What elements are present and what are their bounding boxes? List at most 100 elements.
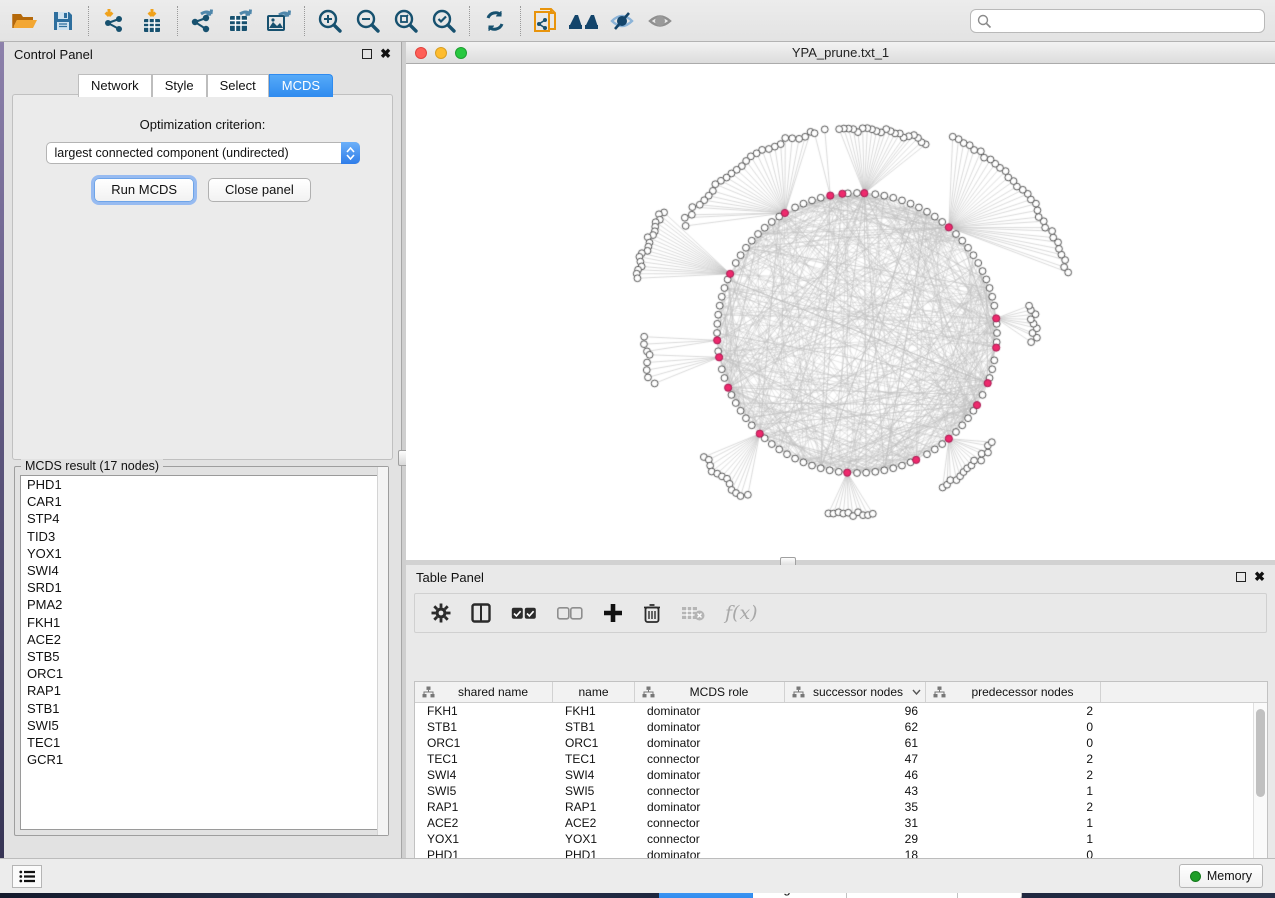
mcds-result-title: MCDS result (17 nodes)	[21, 459, 163, 473]
export-table-button[interactable]	[222, 4, 260, 38]
network-window-titlebar[interactable]: YPA_prune.txt_1	[406, 42, 1275, 64]
export-network-button[interactable]	[184, 4, 222, 38]
toolbar-separator	[469, 6, 470, 36]
mcds-result-item[interactable]: STB1	[21, 699, 382, 716]
deselect-all-columns-button[interactable]	[557, 607, 583, 620]
delete-table-button[interactable]	[681, 605, 705, 621]
control-panel-tab[interactable]: MCDS	[269, 74, 333, 97]
float-panel-icon[interactable]	[362, 49, 372, 59]
scrollbar-thumb[interactable]	[1256, 709, 1265, 797]
mcds-result-item[interactable]: ACE2	[21, 631, 382, 648]
sort-chevron-icon	[912, 689, 921, 695]
mcds-result-item[interactable]: SWI4	[21, 562, 382, 579]
search-box[interactable]	[970, 9, 1265, 33]
column-header[interactable]: predecessor nodes	[926, 682, 1101, 702]
network-canvas[interactable]	[406, 64, 1275, 560]
table-row[interactable]: ACE2ACE2connector311	[415, 815, 1253, 831]
list-icon	[19, 870, 35, 883]
control-panel-tab[interactable]: Network	[78, 74, 152, 97]
table-cell: connector	[635, 832, 785, 846]
zoom-out-icon	[355, 8, 381, 34]
table-row[interactable]: RAP1RAP1dominator352	[415, 799, 1253, 815]
criterion-dropdown[interactable]: largest connected component (undirected)	[46, 142, 360, 164]
table-row[interactable]: ORC1ORC1dominator610	[415, 735, 1253, 751]
mcds-result-item[interactable]: SWI5	[21, 717, 382, 734]
table-scrollbar[interactable]	[1253, 703, 1267, 870]
zoom-selected-button[interactable]	[425, 4, 463, 38]
table-cell: 43	[785, 784, 926, 798]
column-header[interactable]: name	[553, 682, 635, 702]
mcds-result-item[interactable]: SRD1	[21, 579, 382, 596]
table-cell: YOX1	[553, 832, 635, 846]
function-builder-button[interactable]: f(x)	[725, 602, 758, 624]
save-session-button[interactable]	[44, 4, 82, 38]
apply-layout-button[interactable]	[476, 4, 514, 38]
mcds-result-item[interactable]: PHD1	[21, 476, 382, 493]
zoom-out-button[interactable]	[349, 4, 387, 38]
table-cell: dominator	[635, 800, 785, 814]
mcds-result-item[interactable]: STP4	[21, 510, 382, 527]
zoom-fit-button[interactable]	[387, 4, 425, 38]
binoculars-button[interactable]	[565, 4, 603, 38]
import-table-icon	[139, 8, 165, 34]
mcds-result-item[interactable]: FKH1	[21, 614, 382, 631]
control-panel-tab[interactable]: Style	[152, 74, 207, 97]
import-table-button[interactable]	[133, 4, 171, 38]
mcds-result-item[interactable]: GCR1	[21, 751, 382, 768]
show-all-button[interactable]	[641, 4, 679, 38]
table-row[interactable]: FKH1FKH1dominator962	[415, 703, 1253, 719]
binoculars-icon	[567, 9, 601, 33]
mcds-result-item[interactable]: YOX1	[21, 545, 382, 562]
run-mcds-button[interactable]: Run MCDS	[94, 178, 194, 202]
table-settings-button[interactable]	[431, 603, 451, 623]
fx-icon: f(x)	[725, 602, 758, 624]
table-toolbar: f(x)	[414, 593, 1267, 633]
mcds-result-item[interactable]: STB5	[21, 648, 382, 665]
mcds-result-item[interactable]: TID3	[21, 528, 382, 545]
new-network-from-selection-button[interactable]	[527, 4, 565, 38]
export-image-button[interactable]	[260, 4, 298, 38]
minimize-window-icon[interactable]	[435, 47, 447, 59]
mcds-result-item[interactable]: ORC1	[21, 665, 382, 682]
mcds-result-item[interactable]: CAR1	[21, 493, 382, 510]
column-header[interactable]: successor nodes	[785, 682, 926, 702]
close-panel-button[interactable]: Close panel	[208, 178, 311, 202]
search-input[interactable]	[992, 14, 1258, 28]
network-window: YPA_prune.txt_1	[406, 42, 1275, 560]
open-session-button[interactable]	[6, 4, 44, 38]
optimization-criterion-label: Optimization criterion:	[13, 117, 392, 132]
maximize-window-icon[interactable]	[455, 47, 467, 59]
task-history-button[interactable]	[12, 865, 42, 888]
control-panel-tab[interactable]: Select	[207, 74, 269, 97]
close-window-icon[interactable]	[415, 47, 427, 59]
table-cell: RAP1	[553, 800, 635, 814]
mcds-result-item[interactable]: PMA2	[21, 596, 382, 613]
delete-column-button[interactable]	[643, 603, 661, 623]
table-row[interactable]: YOX1YOX1connector291	[415, 831, 1253, 847]
memory-button[interactable]: Memory	[1179, 864, 1263, 888]
hide-selected-button[interactable]	[603, 4, 641, 38]
table-cell: FKH1	[553, 704, 635, 718]
eye-slash-icon	[608, 9, 636, 33]
column-header[interactable]: MCDS role	[635, 682, 785, 702]
zoom-in-button[interactable]	[311, 4, 349, 38]
table-cell: 47	[785, 752, 926, 766]
mcds-list-scrollbar[interactable]	[377, 467, 388, 835]
float-panel-icon[interactable]	[1236, 572, 1246, 582]
column-header[interactable]: shared name	[415, 682, 553, 702]
mcds-result-item[interactable]: RAP1	[21, 682, 382, 699]
control-panel: Control Panel ✖ NetworkStyleSelectMCDS O…	[4, 42, 402, 858]
close-panel-icon[interactable]: ✖	[380, 49, 391, 59]
mcds-result-item[interactable]: TEC1	[21, 734, 382, 751]
close-panel-icon[interactable]: ✖	[1254, 572, 1265, 582]
select-all-columns-button[interactable]	[511, 607, 537, 620]
table-row[interactable]: SWI4SWI4dominator462	[415, 767, 1253, 783]
show-column-panel-button[interactable]	[471, 603, 491, 623]
table-row[interactable]: SWI5SWI5connector431	[415, 783, 1253, 799]
table-row[interactable]: TEC1TEC1connector472	[415, 751, 1253, 767]
table-row[interactable]: STB1STB1dominator620	[415, 719, 1253, 735]
create-column-button[interactable]	[603, 603, 623, 623]
import-network-button[interactable]	[95, 4, 133, 38]
memory-label: Memory	[1207, 869, 1252, 883]
plus-icon	[603, 603, 623, 623]
